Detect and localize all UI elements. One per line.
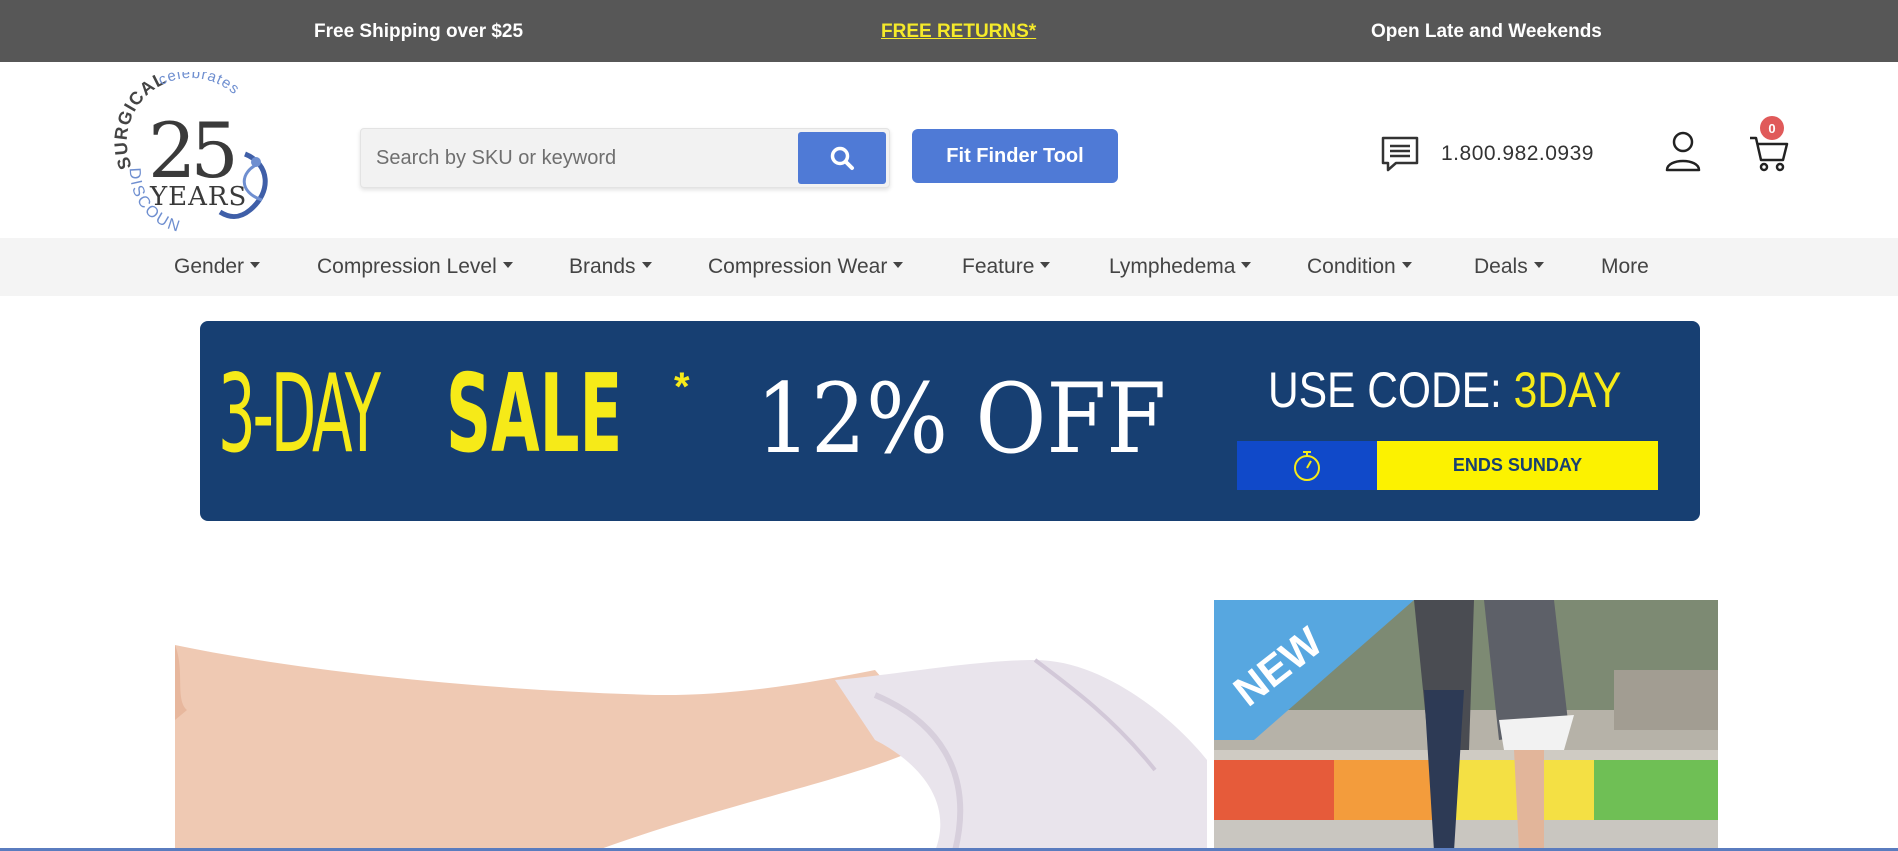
banner-promo-code: 3DAY (1513, 362, 1622, 418)
nav-item-deals[interactable]: Deals (1474, 255, 1544, 279)
banner-day-text: 3-DAY (218, 352, 381, 477)
chevron-down-icon (1040, 262, 1051, 269)
search-button[interactable] (798, 132, 886, 184)
chevron-down-icon (641, 262, 652, 269)
chevron-down-icon (1241, 262, 1252, 269)
svg-text:celebrates: celebrates (156, 72, 243, 98)
fit-finder-button[interactable]: Fit Finder Tool (912, 129, 1118, 183)
chevron-down-icon (1533, 262, 1544, 269)
banner-code-label: USE CODE: (1268, 362, 1502, 418)
site-header: SURGICAL celebrates DISCOUNT 25 YEARS Fi… (0, 59, 1898, 238)
phone-number[interactable]: 1.800.982.0939 (1441, 142, 1594, 166)
free-shipping-text: Free Shipping over $25 (314, 21, 524, 42)
stopwatch-icon (1294, 450, 1320, 481)
banner-timer-box (1237, 441, 1377, 490)
nav-item-brands[interactable]: Brands (569, 255, 652, 279)
nav-item-lymphedema[interactable]: Lymphedema (1109, 255, 1252, 279)
new-product-promo-image[interactable]: NEW (1214, 600, 1718, 851)
nav-item-compression-level[interactable]: Compression Level (317, 255, 513, 279)
search-input[interactable] (361, 129, 797, 187)
banner-ends-label: ENDS SUNDAY (1377, 441, 1658, 490)
banner-asterisk: * (674, 365, 690, 409)
site-logo[interactable]: SURGICAL celebrates DISCOUNT 25 YEARS (104, 59, 280, 236)
chevron-down-icon (893, 262, 904, 269)
sale-banner[interactable]: 3-DAY SALE * 12% OFF USE CODE: 3DAY ENDS… (200, 321, 1700, 521)
main-navigation: Gender Compression Level Brands Compress… (0, 238, 1898, 296)
announcement-bar: Free Shipping over $25 FREE RETURNS* Ope… (0, 0, 1898, 62)
free-returns-link[interactable]: FREE RETURNS* (881, 21, 1036, 43)
hero-product-image[interactable] (175, 600, 1207, 851)
banner-sale-text: SALE (446, 352, 623, 477)
svg-text:YEARS: YEARS (149, 182, 247, 212)
cart-count-badge: 0 (1760, 116, 1784, 140)
chat-icon[interactable] (1380, 134, 1420, 174)
open-hours-text: Open Late and Weekends (1371, 21, 1602, 42)
search-icon (830, 146, 854, 170)
banner-discount-text: 12% OFF (756, 363, 1167, 475)
chevron-down-icon (250, 262, 261, 269)
chevron-down-icon (502, 262, 513, 269)
search-bar (360, 128, 890, 188)
nav-item-condition[interactable]: Condition (1307, 255, 1412, 279)
nav-item-feature[interactable]: Feature (962, 255, 1051, 279)
nav-item-more[interactable]: More (1601, 255, 1649, 279)
chevron-down-icon (1401, 262, 1412, 269)
banner-code-line: USE CODE: 3DAY (1268, 365, 1621, 415)
user-icon[interactable] (1664, 130, 1702, 172)
nav-item-compression-wear[interactable]: Compression Wear (708, 255, 904, 279)
nav-item-gender[interactable]: Gender (174, 255, 261, 279)
